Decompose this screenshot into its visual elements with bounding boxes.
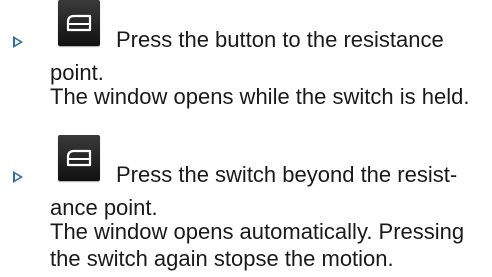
result-text: The window opens automatically. Pressing…: [50, 219, 465, 271]
triangle-bullet-icon: [13, 36, 23, 48]
instruction-text: Press the button to the resistance point…: [50, 27, 444, 85]
result-text: The window opens while the switch is hel…: [50, 84, 470, 109]
instruction-text: Press the switch beyond the resist-ance …: [50, 162, 458, 220]
triangle-bullet-icon: [13, 171, 23, 183]
